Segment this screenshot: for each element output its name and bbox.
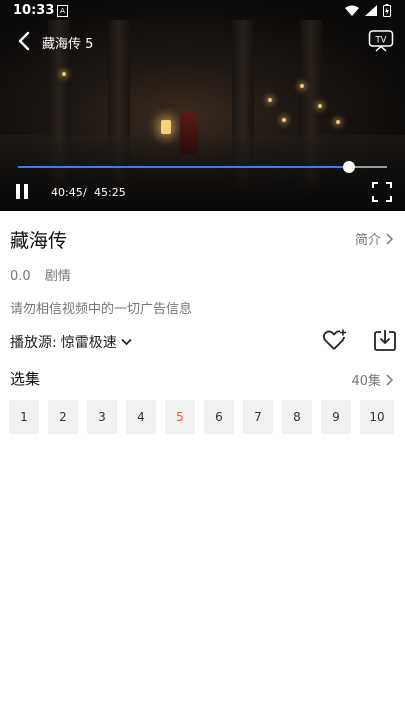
source-row: 播放源: 惊雷极速 [10, 332, 132, 352]
duration-time: 45:25 [94, 186, 126, 199]
favorite-add-icon[interactable] [322, 328, 348, 352]
progress-thumb[interactable] [342, 161, 355, 173]
intro-link[interactable]: 简介 [355, 229, 393, 248]
scene-figure [180, 112, 198, 154]
genre-label: 剧情 [44, 269, 71, 284]
ad-warning-text: 请勿相信视频中的一切广告信息 [10, 302, 193, 317]
episode-button[interactable]: 3 [87, 400, 117, 434]
source-label: 播放源: [10, 335, 57, 351]
candle [336, 120, 340, 124]
episode-button[interactable]: 5 [165, 400, 195, 434]
episode-button[interactable]: 2 [48, 400, 78, 434]
source-value: 惊雷极速 [60, 335, 117, 351]
episode-button[interactable]: 4 [126, 400, 156, 434]
episode-button[interactable]: 9 [321, 400, 351, 434]
current-time: 40:45 [51, 186, 83, 199]
show-title: 藏海传 [10, 230, 68, 252]
candle [300, 84, 304, 88]
episode-button[interactable]: 8 [282, 400, 312, 434]
candle [282, 118, 286, 122]
candle [62, 72, 66, 76]
tv-cast-icon[interactable]: TV [368, 29, 394, 53]
progress-bar[interactable] [18, 161, 387, 173]
episode-button[interactable]: 6 [204, 400, 234, 434]
rating-score: 0.0 [10, 269, 31, 284]
intro-label: 简介 [354, 233, 381, 248]
status-time: 10:33 [13, 3, 55, 18]
svg-text:TV: TV [374, 36, 386, 46]
time-separator: / [83, 186, 87, 199]
battery-icon [383, 4, 391, 17]
status-bar: 10:33 A [0, 0, 405, 22]
video-player[interactable]: 10:33 A 藏海传 5 TV 40:45 / 45:25 [0, 0, 405, 211]
episode-button[interactable]: 7 [243, 400, 273, 434]
chevron-right-icon [386, 373, 393, 386]
player-top-bar: 藏海传 5 TV [0, 28, 405, 54]
source-select[interactable]: 惊雷极速 [61, 332, 132, 352]
episode-list: 1 2 3 4 5 6 7 8 9 10 [9, 400, 394, 434]
signal-icon [365, 5, 377, 16]
rating-row: 0.0 剧情 [10, 265, 81, 284]
candle [268, 98, 272, 102]
back-icon[interactable] [15, 30, 35, 52]
download-icon[interactable] [373, 328, 397, 352]
candle [318, 104, 322, 108]
lantern [161, 120, 171, 134]
fullscreen-icon[interactable] [372, 182, 392, 202]
pause-icon-bar [16, 184, 20, 199]
episode-button[interactable]: 1 [9, 400, 39, 434]
episode-count-link[interactable]: 40集 [351, 370, 393, 389]
video-title: 藏海传 5 [42, 37, 94, 52]
episode-count: 40集 [351, 374, 381, 389]
chevron-right-icon [386, 232, 393, 245]
episodes-label: 选集 [10, 370, 41, 388]
pause-button[interactable] [15, 184, 29, 199]
notification-icon: A [57, 5, 68, 17]
pause-icon-bar [24, 184, 28, 199]
chevron-down-icon [121, 338, 132, 346]
episode-button[interactable]: 10 [360, 400, 394, 434]
wifi-icon [345, 5, 359, 16]
progress-fill [18, 166, 349, 168]
scene-floor [0, 135, 405, 211]
